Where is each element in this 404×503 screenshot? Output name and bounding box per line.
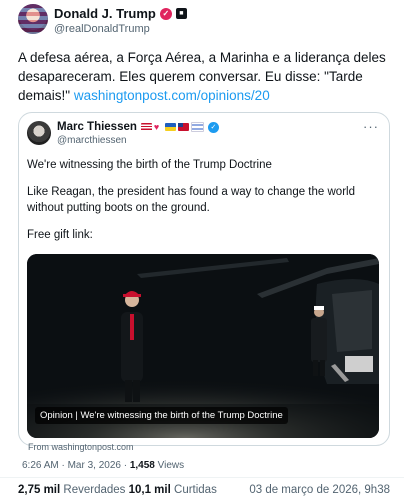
capture-date: 03 de março de 2026, 9h38: [249, 484, 390, 496]
author-name-line: Donald J. Trump ✓ ■: [54, 6, 187, 21]
quote-name-line: Marc Thiessen ♥ ✓: [57, 121, 219, 133]
taiwan-flag-icon: [177, 123, 189, 131]
likes-label[interactable]: Curtidas: [171, 484, 217, 496]
quote-author-handle[interactable]: @marcthiessen: [57, 135, 127, 146]
views-count: 1,458: [129, 460, 155, 471]
author-name[interactable]: Donald J. Trump: [54, 6, 156, 21]
reposts-count[interactable]: 2,75 mil: [18, 484, 60, 496]
post-timestamp[interactable]: 6:26 AM · Mar 3, 2026 ·: [22, 460, 130, 471]
post-text: A defesa aérea, a Força Aérea, a Marinha…: [18, 48, 388, 105]
quote-text: We're witnessing the birth of the Trump …: [27, 157, 381, 254]
post-meta: 6:26 AM · Mar 3, 2026 · 1,458 Views: [22, 460, 184, 471]
quote-line-2: Like Reagan, the president has found a w…: [27, 186, 355, 214]
flag-emojis: ♥: [140, 122, 204, 132]
more-icon[interactable]: ···: [363, 119, 379, 134]
author-handle[interactable]: @realDonaldTrump: [54, 23, 150, 35]
divider: [0, 477, 404, 478]
us-flag-icon: [140, 123, 152, 131]
link-source[interactable]: From washingtonpost.com: [28, 442, 134, 452]
views-label: Views: [154, 460, 185, 471]
post-view: Donald J. Trump ✓ ■ @realDonaldTrump A d…: [0, 0, 404, 503]
post-header: Donald J. Trump ✓ ■ @realDonaldTrump: [18, 4, 388, 38]
quote-author-avatar[interactable]: [27, 121, 51, 145]
author-avatar[interactable]: [18, 4, 48, 34]
ukraine-flag-icon: [164, 123, 176, 131]
quote-line-3: Free gift link:: [27, 229, 93, 241]
likes-count[interactable]: 10,1 mil: [129, 484, 171, 496]
square-badge-icon: ■: [175, 8, 187, 19]
quote-line-1: We're witnessing the birth of the Trump …: [27, 159, 272, 171]
quote-author-name[interactable]: Marc Thiessen: [57, 121, 137, 133]
link-card-caption: Opinion | We're witnessing the birth of …: [35, 407, 288, 424]
verified-icon: ✓: [207, 121, 219, 133]
verified-badge-icon: ✓: [159, 7, 172, 20]
quoted-post[interactable]: Marc Thiessen ♥ ✓ @marcthiessen ··· We'r…: [18, 112, 390, 446]
post-link[interactable]: washingtonpost.com/opinions/20: [74, 88, 270, 103]
engagement-stats: 2,75 mil Reverdades 10,1 mil Curtidas 03…: [18, 484, 390, 496]
israel-flag-icon: [190, 122, 204, 132]
heart-icon: ♥: [153, 122, 160, 132]
link-card-image[interactable]: Opinion | We're witnessing the birth of …: [27, 254, 379, 438]
reposts-label[interactable]: Reverdades: [60, 484, 128, 496]
